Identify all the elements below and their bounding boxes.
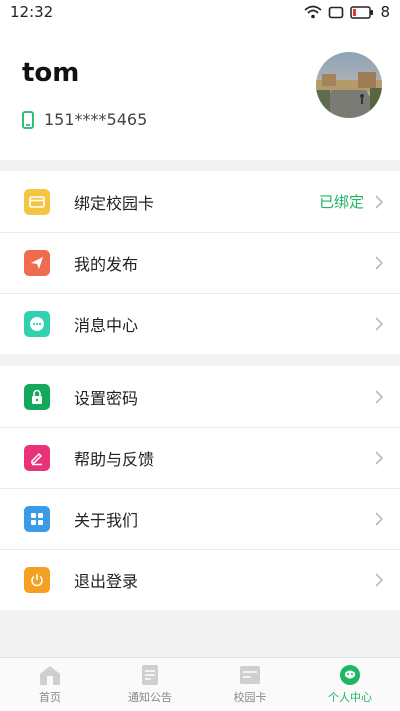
- home-icon: [40, 666, 60, 685]
- phone-icon: [22, 110, 34, 129]
- tab-label: 首页: [39, 691, 61, 704]
- menu-item-label: 设置密码: [74, 388, 139, 408]
- battery-icon: [350, 5, 374, 19]
- username: tom: [22, 58, 80, 88]
- card-icon: [24, 188, 50, 215]
- menu-group-account: 绑定校园卡 已绑定 我的发布 消息中心: [0, 171, 400, 354]
- chevron-right-icon: [375, 255, 384, 270]
- menu-item-about-us[interactable]: 关于我们: [0, 488, 400, 549]
- document-icon: [142, 665, 158, 685]
- message-icon: [24, 310, 50, 337]
- profile-header: tom 151****5465: [0, 24, 400, 160]
- chevron-right-icon: [375, 511, 384, 526]
- menu-item-logout[interactable]: 退出登录: [0, 549, 400, 610]
- tab-label: 校园卡: [233, 691, 267, 704]
- card-tab-icon: [240, 666, 260, 684]
- menu-item-label: 消息中心: [74, 315, 139, 335]
- menu-item-my-posts[interactable]: 我的发布: [0, 232, 400, 293]
- bottom-tab-bar: 首页 通知公告 校园卡 个人中心: [0, 657, 400, 711]
- tab-label: 个人中心: [328, 691, 372, 704]
- menu-item-bind-card[interactable]: 绑定校园卡 已绑定: [0, 171, 400, 232]
- phone-row: 151****5465: [22, 110, 147, 129]
- profile-icon: [340, 665, 360, 685]
- lock-icon: [24, 383, 50, 410]
- status-bar: 12:32 8: [0, 0, 400, 24]
- tab-campus-card[interactable]: 校园卡: [200, 658, 300, 711]
- power-icon: [24, 566, 50, 593]
- tab-label: 通知公告: [128, 691, 172, 704]
- chevron-right-icon: [375, 194, 384, 209]
- chevron-right-icon: [375, 316, 384, 331]
- tab-home[interactable]: 首页: [0, 658, 100, 711]
- tab-notices[interactable]: 通知公告: [100, 658, 200, 711]
- edit-icon: [24, 444, 50, 471]
- menu-group-settings: 设置密码 帮助与反馈 关于我们 退出登录: [0, 366, 400, 610]
- avatar[interactable]: [316, 52, 382, 118]
- menu-item-help-feedback[interactable]: 帮助与反馈: [0, 427, 400, 488]
- chevron-right-icon: [375, 450, 384, 465]
- menu-item-set-password[interactable]: 设置密码: [0, 366, 400, 427]
- menu-item-label: 退出登录: [74, 571, 139, 591]
- bind-status: 已绑定: [318, 193, 364, 211]
- chevron-right-icon: [375, 389, 384, 404]
- screen-icon: [329, 6, 344, 18]
- phone-number: 151****5465: [44, 110, 148, 129]
- menu-item-label: 关于我们: [74, 510, 139, 530]
- wifi-icon: [304, 5, 323, 19]
- status-time: 12:32: [10, 3, 54, 21]
- menu-item-label: 绑定校园卡: [74, 193, 155, 213]
- battery-level: 8: [380, 3, 390, 21]
- grid-icon: [24, 505, 50, 532]
- status-icons: 8: [304, 3, 390, 21]
- chevron-right-icon: [375, 572, 384, 587]
- tab-profile[interactable]: 个人中心: [300, 658, 400, 711]
- menu-item-label: 帮助与反馈: [74, 449, 155, 469]
- menu-item-label: 我的发布: [74, 254, 139, 274]
- send-icon: [24, 249, 50, 276]
- menu-item-messages[interactable]: 消息中心: [0, 293, 400, 354]
